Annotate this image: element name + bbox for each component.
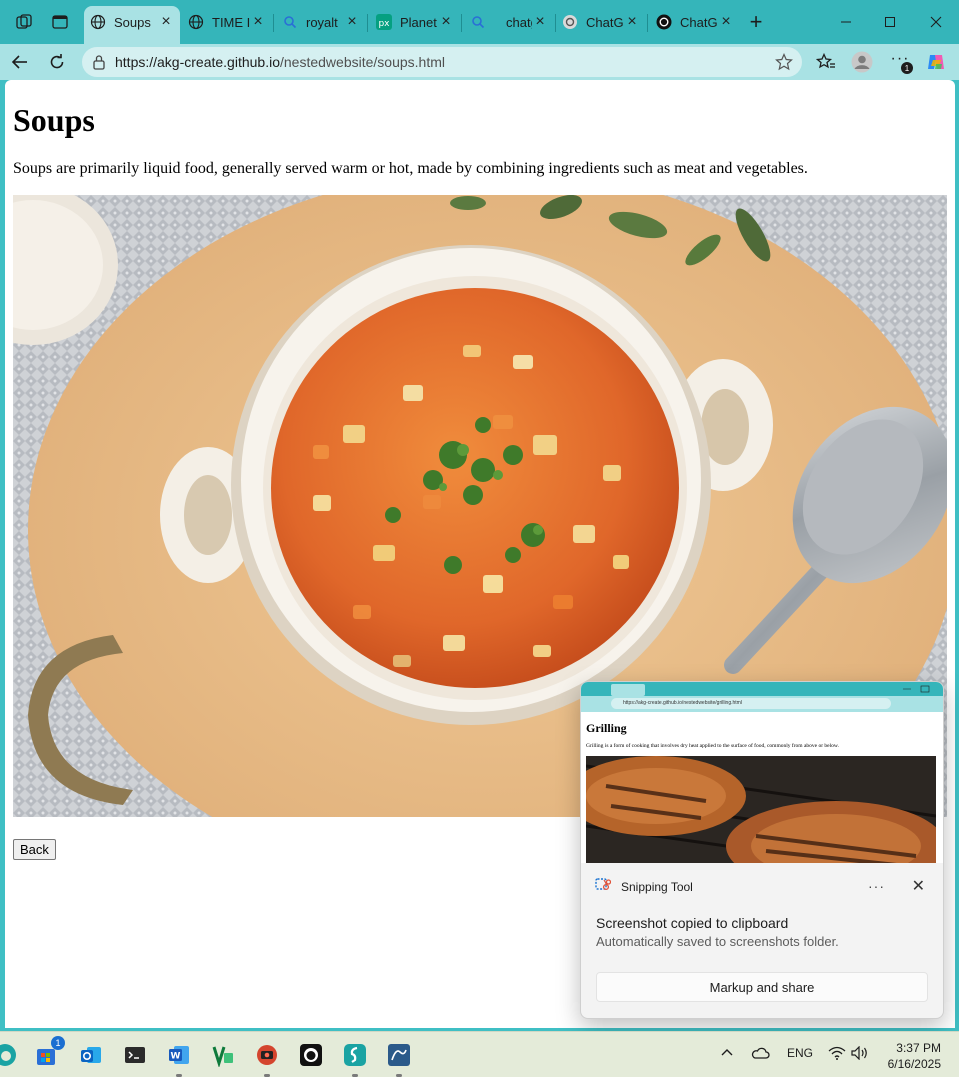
tab-label: ChatG [586,14,624,30]
close-tab-icon[interactable]: × [158,13,174,30]
tab-label: Soups [114,14,151,30]
thumbnail-toolbar: https://akg-create.github.io/nestedwebsi… [581,696,943,712]
close-tab-icon[interactable]: × [250,13,266,30]
tab-label: Planet [400,14,437,30]
microsoft-store-icon[interactable]: 1 [33,1036,65,1068]
tab-chatgpt-search[interactable]: chatg × [464,6,554,38]
maximize-button[interactable] [866,0,914,44]
settings-more-icon[interactable]: ··· 1 [886,48,914,76]
favorite-star-icon[interactable] [774,52,794,72]
tab-chatgpt-2[interactable]: ChatG × [650,6,740,38]
taskbar: 1 W ENG 3:37 PM 6/16/2025 [0,1031,959,1077]
store-badge: 1 [51,1036,65,1050]
svg-text:px: px [378,19,390,29]
tab-label: ChatG [680,14,718,30]
github-desktop-icon[interactable] [298,1042,324,1068]
tab-strip: Soups × TIME I × royalt × px Planet × ch… [0,0,959,44]
close-tab-icon[interactable]: × [718,13,734,30]
volume-icon[interactable] [851,1046,869,1060]
show-hidden-icons-chevron-icon[interactable] [720,1046,734,1060]
mysql-workbench-icon[interactable] [386,1042,412,1068]
new-tab-button[interactable]: + [744,9,768,34]
page-title: Soups [13,102,95,138]
close-window-button[interactable] [912,0,959,44]
px-icon: px [376,14,392,30]
toast-header: Snipping Tool [595,876,693,897]
tab-planet[interactable]: px Planet × [370,6,460,38]
close-tab-icon[interactable]: × [624,13,640,30]
close-tab-icon[interactable]: × [532,13,548,30]
terminal-icon[interactable] [122,1042,148,1068]
svg-text:W: W [171,1052,181,1062]
clock-date: 6/16/2025 [887,1057,941,1071]
screen-recorder-icon[interactable] [254,1042,280,1068]
search-icon [470,14,486,30]
globe-icon [90,14,106,30]
toast-subtitle: Automatically saved to screenshots folde… [596,934,839,949]
search-icon [282,14,298,30]
toast-app-name: Snipping Tool [621,879,693,894]
tab-label: chatg [506,14,532,30]
favorites-icon[interactable] [812,48,840,76]
tab-label: royalt [306,14,338,30]
refresh-icon[interactable] [43,48,71,76]
screenshot-thumbnail[interactable]: https://akg-create.github.io/nestedwebsi… [581,682,943,863]
wifi-icon[interactable] [828,1046,846,1060]
close-tab-icon[interactable]: × [344,13,360,30]
thumbnail-tab-strip [581,682,943,696]
page-description: Soups are primarily liquid food, general… [13,160,808,177]
more-options-icon[interactable]: ··· [868,878,885,894]
tab-actions-icon[interactable] [48,10,72,34]
lock-icon[interactable] [90,53,108,71]
url-text[interactable]: https://akg-create.github.io/nestedwebsi… [115,54,445,70]
chatgpt-icon [562,14,578,30]
snipping-tool-icon [595,876,612,897]
clock-time: 3:37 PM [896,1041,941,1055]
thumbnail-url: https://akg-create.github.io/nestedwebsi… [611,698,891,709]
system-clock[interactable]: 3:37 PM 6/16/2025 [888,1040,941,1072]
tab-soups[interactable]: Soups × [84,6,180,44]
browser-toolbar: https://akg-create.github.io/nestedwebsi… [0,44,959,80]
word-icon[interactable]: W [166,1042,192,1068]
back-button[interactable]: Back [13,839,56,860]
tab-label: TIME I [212,14,250,30]
grilling-image [586,756,936,863]
back-arrow-icon[interactable] [6,48,34,76]
globe-icon [188,14,204,30]
toast-title: Screenshot copied to clipboard [596,915,789,931]
edge-icon[interactable] [0,1042,18,1068]
snipping-tool-notification[interactable]: https://akg-create.github.io/nestedwebsi… [580,681,944,1019]
visio-icon[interactable] [210,1042,236,1068]
workspaces-icon[interactable] [12,10,36,34]
minimize-button[interactable] [822,0,870,44]
url-host: https://akg-create.github.io [115,54,280,70]
thumbnail-paragraph: Grilling is a form of cooking that invol… [586,743,839,749]
address-bar[interactable]: https://akg-create.github.io/nestedwebsi… [82,47,802,77]
outlook-icon[interactable] [78,1042,104,1068]
close-icon[interactable]: ✕ [912,876,925,896]
thumbnail-heading: Grilling [586,721,627,735]
openai-icon [656,14,672,30]
close-tab-icon[interactable]: × [438,13,454,30]
markup-and-share-button[interactable]: Markup and share [596,972,928,1002]
tab-time[interactable]: TIME I × [182,6,272,38]
language-indicator[interactable]: ENG [787,1046,813,1060]
tab-chatgpt-1[interactable]: ChatG × [556,6,646,38]
onedrive-cloud-icon[interactable] [750,1046,770,1060]
copilot-icon[interactable] [922,48,950,76]
profile-avatar[interactable] [848,48,876,76]
url-path: /nestedwebsite/soups.html [280,54,445,70]
notification-badge: 1 [901,62,913,74]
surfshark-icon[interactable] [342,1042,368,1068]
tab-royalty[interactable]: royalt × [276,6,366,38]
